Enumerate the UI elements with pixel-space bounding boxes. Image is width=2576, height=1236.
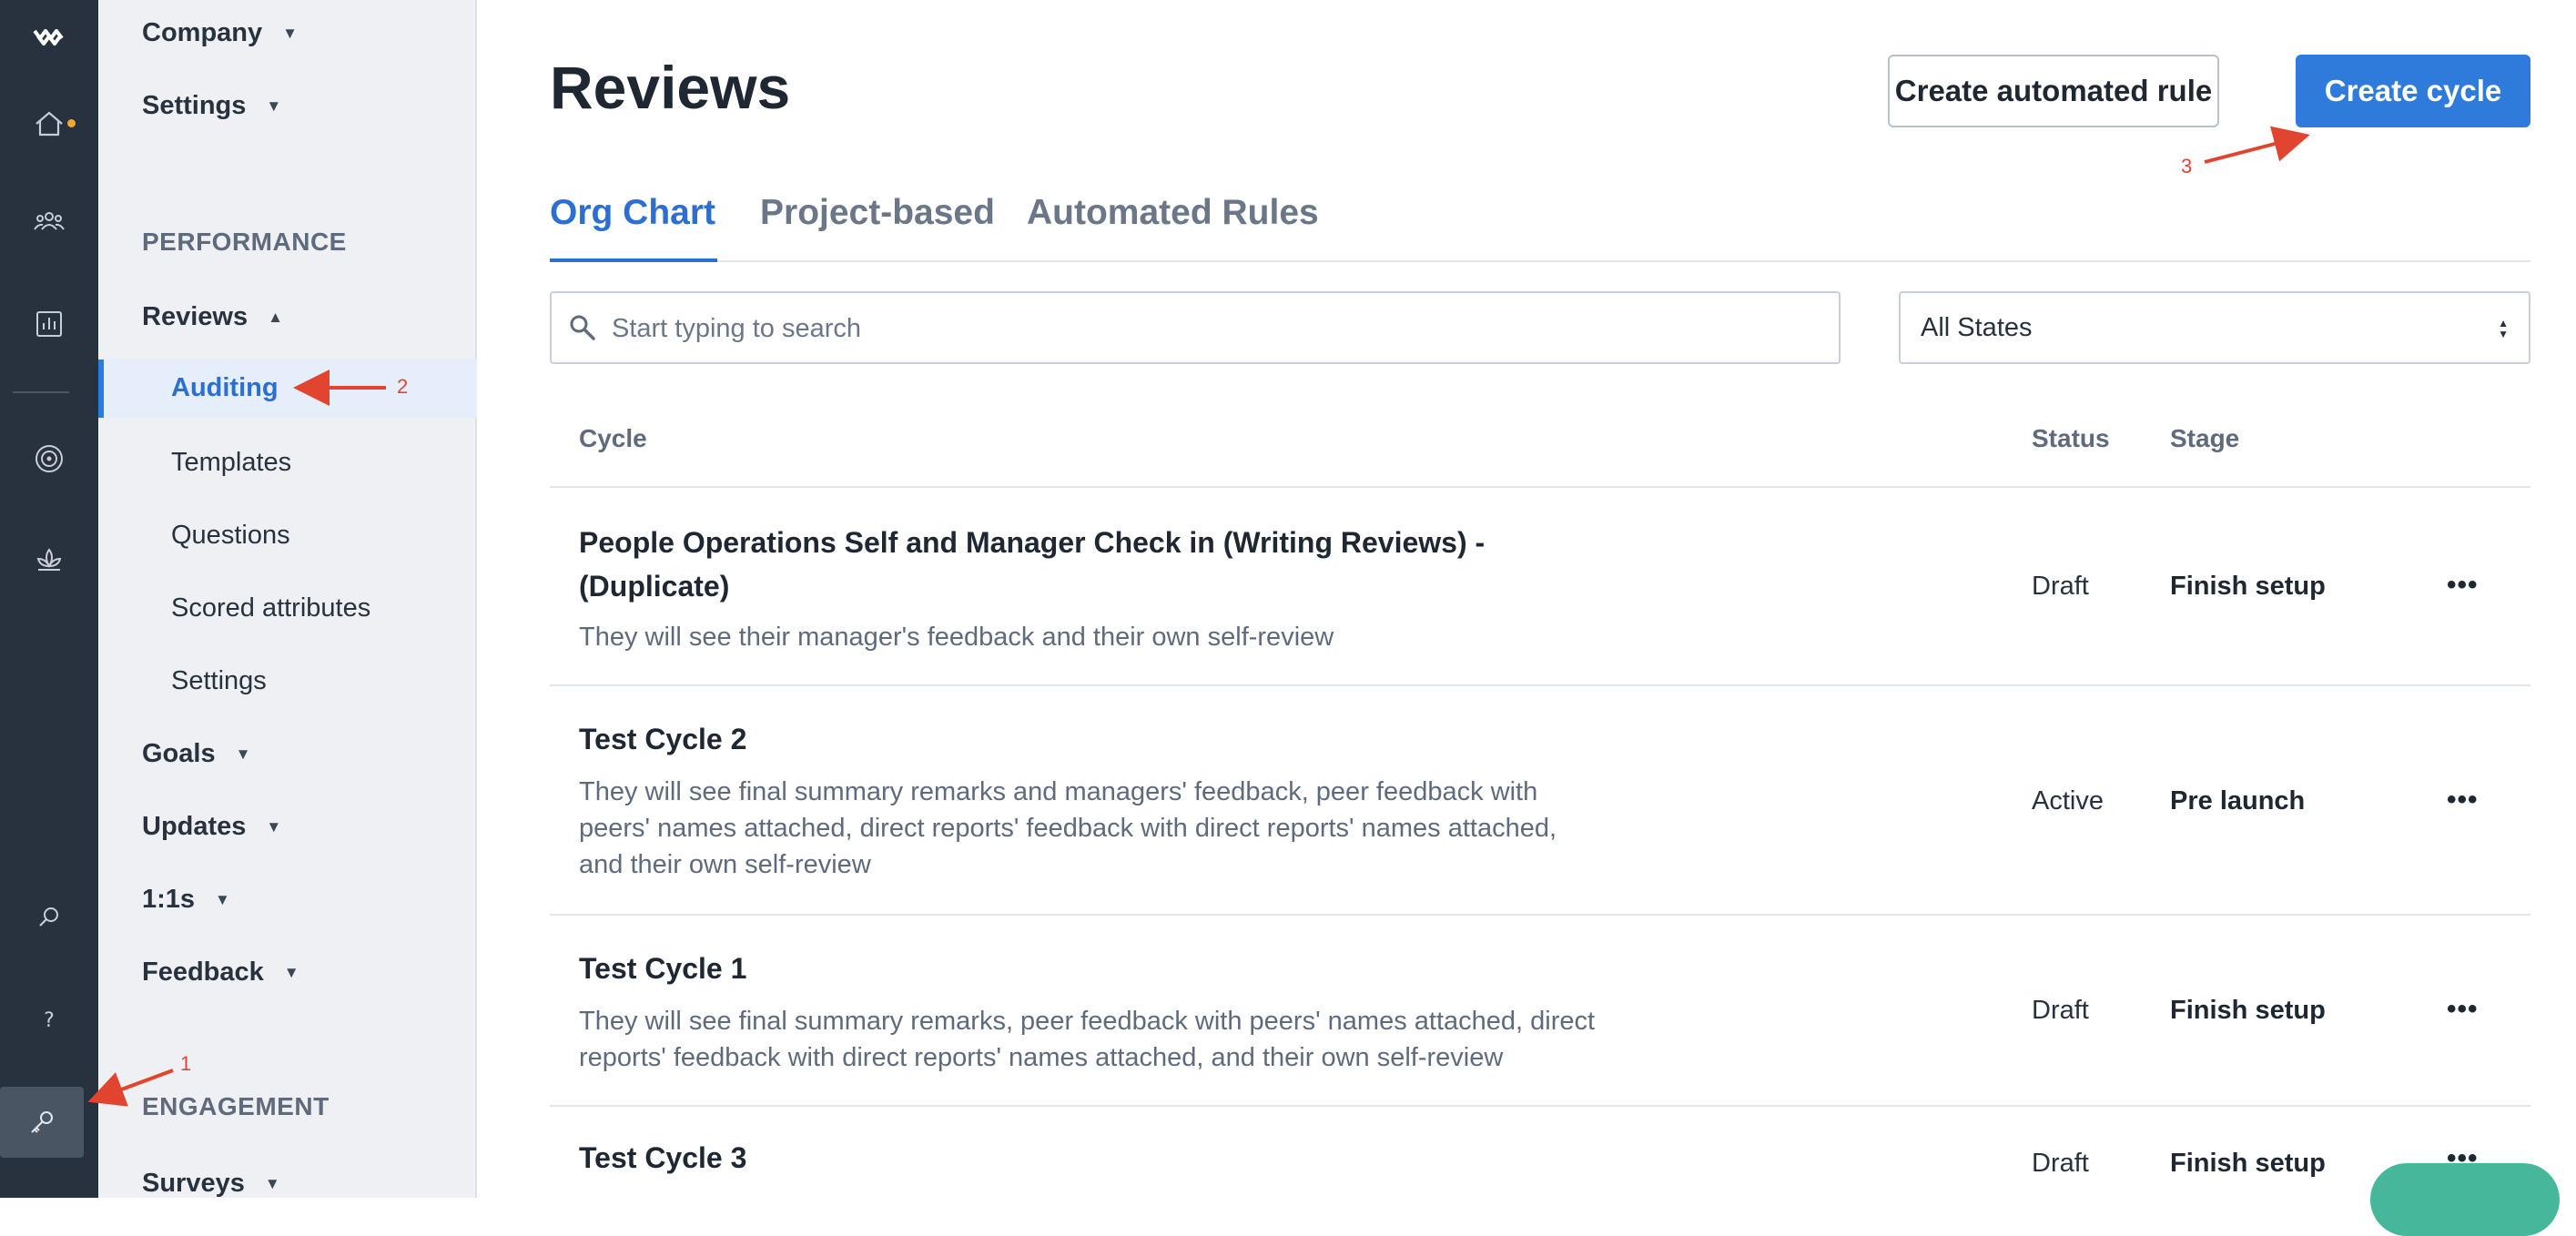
caret-down-icon: ▼ [215,890,230,908]
more-options-icon[interactable]: ••• [2447,785,2479,816]
cycle-description: They will see final summary remarks, pee… [579,1007,1596,1072]
column-header-cycle: Cycle [579,424,647,452]
cycle-description: They will see their manager's feedback a… [579,623,1334,652]
svg-text:?: ? [44,1009,55,1032]
tab-automated-rules[interactable]: Automated Rules [1027,193,1319,233]
cycle-name[interactable]: Test Cycle 3 [579,1136,1580,1180]
goals-icon[interactable] [13,422,86,495]
nav-item-one-on-ones[interactable]: 1:1s ▼ [142,885,230,915]
nav-item-label: Reviews [142,302,248,331]
cycle-stage: Pre launch [2170,786,2306,816]
notification-dot [67,119,76,127]
cycle-name[interactable]: Test Cycle 1 [579,947,1580,990]
page-title: Reviews [550,54,791,121]
section-engagement: ENGAGEMENT [142,1092,330,1120]
cycle-stage: Finish setup [2170,996,2326,1025]
caret-down-icon: ▼ [266,96,282,115]
section-performance: PERFORMANCE [142,228,347,256]
more-options-icon[interactable]: ••• [2447,994,2479,1025]
help-icon[interactable]: ? [13,983,86,1056]
state-filter-value: All States [1921,313,2033,342]
cycle-status: Draft [2032,572,2089,601]
nav-subitem-label: Auditing [171,373,279,402]
nav-subitem-settings[interactable]: Settings [171,666,267,696]
table-row[interactable]: Test Cycle 1 They will see final summary… [550,916,2530,1107]
analytics-icon[interactable] [13,288,86,360]
nav-item-label: Surveys [142,1169,245,1198]
caret-down-icon: ▼ [264,1174,280,1192]
annotation-label-1: 1 [180,1052,192,1075]
more-options-icon[interactable]: ••• [2447,570,2479,601]
nav-subitem-auditing[interactable]: Auditing [98,360,477,418]
cycle-status: Draft [2032,1149,2089,1178]
nav-item-company[interactable]: Company ▼ [142,18,298,48]
nav-item-label: Feedback [142,957,264,987]
nav-item-reviews[interactable]: Reviews ▲ [142,302,283,332]
caret-down-icon: ▼ [283,963,299,981]
tab-org-chart[interactable]: Org Chart [550,193,715,233]
nav-sidebar: Company ▼ Settings ▼ PERFORMANCE Reviews… [98,0,477,1198]
nav-item-label: Company [142,18,263,47]
create-cycle-button[interactable]: Create cycle [2296,55,2530,127]
create-automated-rule-button[interactable]: Create automated rule [1888,55,2219,127]
select-arrows-icon: ▲ ▼ [2498,317,2509,340]
cycle-name[interactable]: Test Cycle 2 [579,717,1580,761]
cycle-description: They will see final summary remarks and … [579,777,1557,879]
nav-item-settings[interactable]: Settings ▼ [142,91,281,121]
cycle-status: Active [2032,786,2104,816]
cycle-stage: Finish setup [2170,572,2326,601]
column-header-stage: Stage [2170,424,2240,452]
nav-item-goals[interactable]: Goals ▼ [142,739,250,769]
nav-item-surveys[interactable]: Surveys ▼ [142,1169,280,1199]
cycle-name[interactable]: People Operations Self and Manager Check… [579,521,1580,608]
table-header: Cycle Status Stage [550,408,2530,488]
table-row[interactable]: People Operations Self and Manager Check… [550,488,2530,686]
annotation-label-2: 2 [397,375,409,398]
search-input[interactable] [612,302,1813,355]
main-content: Reviews Create automated rule Create cyc… [477,0,2576,1198]
cycle-stage: Finish setup [2170,1149,2326,1178]
search-icon[interactable] [13,881,86,954]
tab-bar: Org Chart Project-based Automated Rules [550,191,2530,262]
rail-divider [13,391,69,393]
admin-key-icon[interactable] [0,1087,84,1158]
caret-up-icon: ▲ [268,308,283,326]
column-header-status: Status [2032,424,2110,452]
cycle-status: Draft [2032,996,2089,1025]
nav-subitem-templates[interactable]: Templates [171,448,291,478]
people-icon[interactable] [13,186,86,258]
state-filter-select[interactable]: All States ▲ ▼ [1899,291,2530,364]
search-icon [570,315,595,340]
nav-subitem-scored-attributes[interactable]: Scored attributes [171,593,370,623]
active-tab-indicator [550,258,717,262]
logo-icon[interactable] [13,0,86,73]
nav-item-label: Goals [142,739,216,768]
table-row[interactable]: Test Cycle 3 Draft Finish setup ••• [550,1107,2530,1198]
search-box [550,291,1841,364]
wellbeing-icon[interactable] [13,524,86,597]
caret-down-icon: ▼ [282,24,298,42]
caret-down-icon: ▼ [235,745,251,763]
nav-item-label: 1:1s [142,885,196,914]
nav-item-updates[interactable]: Updates ▼ [142,812,281,842]
annotation-label-3: 3 [2181,155,2193,177]
caret-down-icon: ▼ [266,817,282,836]
nav-subitem-questions[interactable]: Questions [171,521,290,551]
chat-help-bubble[interactable] [2370,1163,2560,1236]
nav-item-feedback[interactable]: Feedback ▼ [142,957,299,988]
icon-rail: ? [0,0,98,1198]
table-row[interactable]: Test Cycle 2 They will see final summary… [550,686,2530,916]
tab-project-based[interactable]: Project-based [760,193,995,233]
nav-item-label: Settings [142,91,247,120]
nav-item-label: Updates [142,812,247,841]
